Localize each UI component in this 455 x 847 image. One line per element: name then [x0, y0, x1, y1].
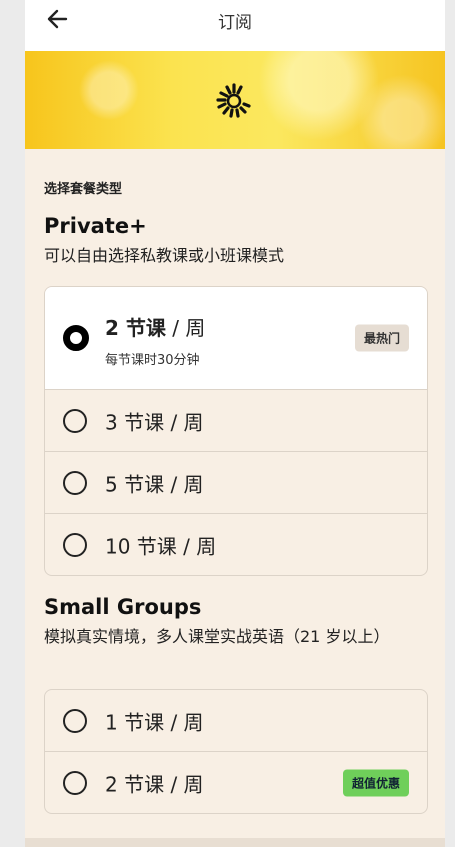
option-groups-1[interactable]: 1 节课 / 周 [45, 690, 427, 751]
page-title: 订阅 [218, 13, 252, 33]
small-groups-options-card: 1 节课 / 周 2 节课 / 周 超值优惠 [44, 689, 428, 814]
option-private-2[interactable]: 2 节课 / 周 每节课时30分钟 最热门 [45, 287, 427, 389]
option-label: 2 节课 [105, 772, 165, 796]
banner [25, 51, 445, 149]
popular-badge: 最热门 [354, 324, 409, 352]
option-label: 10 节课 [105, 534, 177, 558]
top-bar: 订阅 [25, 0, 445, 51]
deal-badge: 超值优惠 [342, 769, 409, 796]
radio-icon [63, 532, 87, 557]
radio-icon [63, 470, 87, 495]
option-label: 1 节课 [105, 710, 165, 734]
bottom-strip [25, 838, 445, 847]
radio-icon [63, 770, 87, 795]
subscription-screen: 订阅 选择套餐类型 Private+ 可以自由选择私教课或小班课模式 2 节课 … [25, 0, 445, 847]
option-label: 5 节课 [105, 472, 165, 496]
radio-icon [63, 708, 87, 733]
option-unit: / 周 [165, 316, 206, 340]
radio-icon [63, 408, 87, 433]
option-private-3[interactable]: 3 节课 / 周 [45, 389, 427, 451]
private-options-card: 2 节课 / 周 每节课时30分钟 最热门 3 节课 / 周 5 节课 / 周 … [44, 286, 428, 576]
option-unit: / 周 [164, 710, 204, 734]
section-label: 选择套餐类型 [44, 182, 123, 197]
radio-selected-icon [63, 325, 89, 351]
plan-title-small-groups: Small Groups [44, 595, 202, 619]
option-groups-2[interactable]: 2 节课 / 周 超值优惠 [45, 751, 427, 813]
option-private-10[interactable]: 10 节课 / 周 [45, 513, 427, 575]
sunburst-logo [216, 83, 251, 118]
option-unit: / 周 [176, 534, 217, 558]
option-subtitle: 每节课时30分钟 [105, 353, 200, 368]
plan-title-private: Private+ [44, 214, 147, 238]
plan-description-small-groups: 模拟真实情境，多人课堂实战英语（21 岁以上） [44, 627, 390, 646]
option-label: 3 节课 [105, 410, 165, 434]
option-label: 2 节课 [105, 316, 166, 340]
option-unit: / 周 [164, 410, 204, 434]
option-unit: / 周 [164, 772, 204, 796]
option-private-5[interactable]: 5 节课 / 周 [45, 451, 427, 513]
plan-description-private: 可以自由选择私教课或小班课模式 [44, 246, 285, 265]
option-unit: / 周 [164, 472, 204, 496]
